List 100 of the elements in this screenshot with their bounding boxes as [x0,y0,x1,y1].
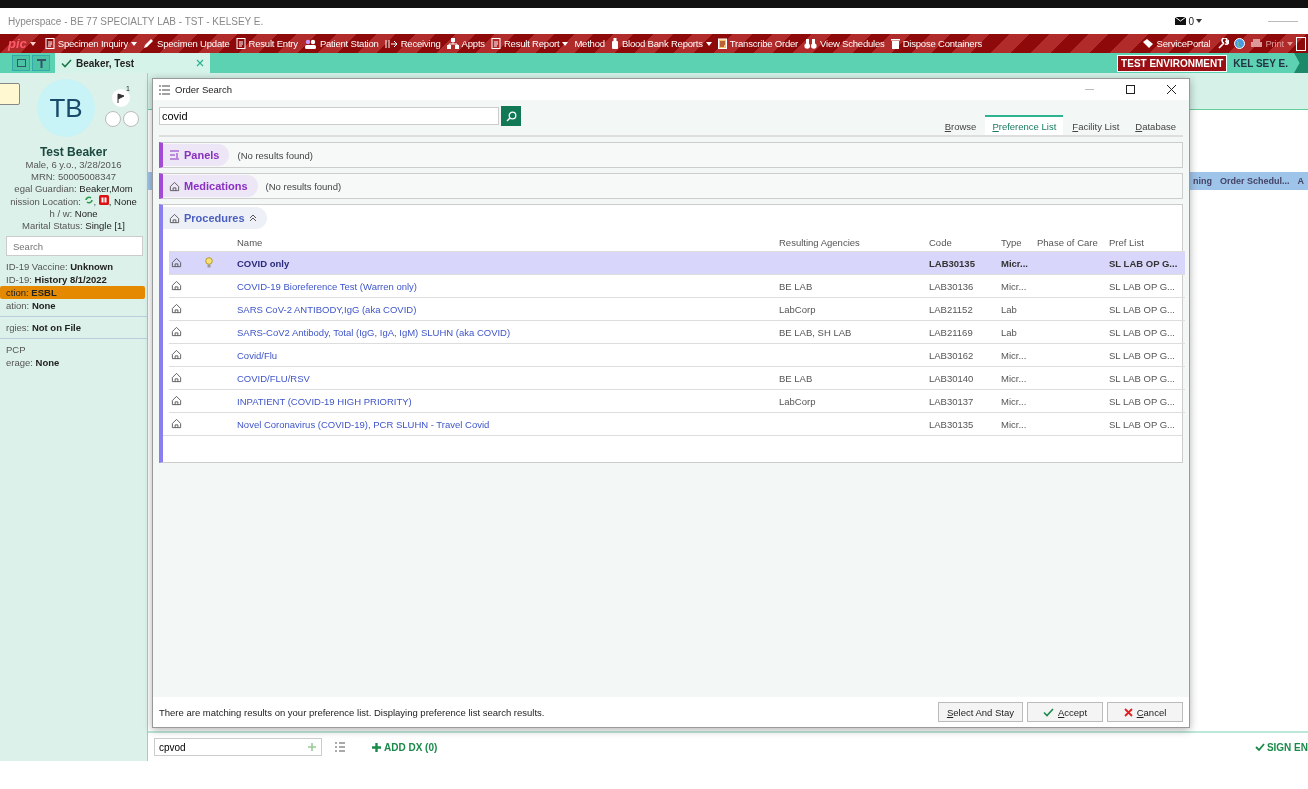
search-tab[interactable]: Preference List [985,115,1064,135]
caret-icon [1196,19,1202,23]
toolbar-button[interactable]: Specimen Inquiry [41,38,140,49]
sign-button[interactable]: SIGN EN [1248,740,1308,754]
list-icon[interactable] [334,741,346,753]
accept-button[interactable]: Accept [1027,702,1103,722]
column-header[interactable]: Code [927,233,999,252]
search-tab[interactable]: Facility List [1065,115,1127,135]
arrow-icon [384,38,398,49]
window-icon[interactable] [1296,36,1306,51]
toolbar-button[interactable]: Receiving [381,38,444,49]
caret-icon [705,41,712,46]
table-cell: LabCorp [777,389,927,413]
select-and-stay-button[interactable]: Select And Stay [937,702,1023,722]
patient-name: Test Beaker [38,145,109,159]
section-header[interactable]: Medications [163,175,258,197]
pencil-icon [143,38,154,49]
toolbar-button[interactable]: View Schedules [801,38,888,49]
plus-icon [372,742,381,752]
status-message: There are matching results on your preference list. Displaying preference list search results. [159,706,546,718]
layout-button[interactable] [12,55,30,71]
toolbar-button[interactable]: Specimen Update [140,38,233,49]
sticky-note-icon[interactable] [0,83,20,105]
check-icon [61,58,72,68]
collapse-icon[interactable] [248,214,257,222]
bottle-icon [610,38,619,49]
hammer-icon [36,58,46,68]
table-cell: SL LAB OP G... [1107,297,1185,321]
hammer-button[interactable] [32,55,50,71]
patient-tab[interactable]: Beaker, Test [55,53,210,73]
procedure-row[interactable]: COVID only LAB30135 Micr... SL LAB OP G... [169,251,1185,275]
diagnosis-field[interactable]: cpvod [154,738,322,756]
table-cell: LAB30140 [927,366,999,390]
cancel-button[interactable]: Cancel [1107,702,1183,722]
column-header[interactable]: Pref List [1107,233,1185,252]
section-header[interactable]: Panels [163,144,230,166]
column-header[interactable]: Name [235,233,777,252]
clipboard-icon [717,38,727,49]
toolbar-button[interactable]: Patient Station [300,38,382,49]
column-header[interactable]: Type [999,233,1035,252]
search-button[interactable] [501,106,521,126]
table-cell: Novel Coronavirus (COVID-19), PCR SLUHN - Travel Covid [235,412,777,435]
patient-detail: Marital Status: Single [1] [21,220,126,232]
search-tab[interactable]: Database [1128,115,1183,135]
table-cell: LAB30136 [927,274,999,298]
toolbar-button[interactable]: Blood Bank Reports [607,38,715,49]
patient-detail: Male, 6 y.o., 3/28/2016 [24,159,123,171]
add-dx-button[interactable]: ADD DX (0) [366,740,444,754]
search-tab[interactable]: Browse [937,115,984,135]
toolbar-button[interactable]: Appts [443,38,488,49]
close-icon[interactable] [196,59,204,67]
no-results-note: (No results found) [265,180,342,192]
column-header[interactable]: Resulting Agencies [777,233,927,252]
toolbar-button[interactable]: ServicePortal [1138,38,1214,49]
patient-fact: ID-19 Vaccine: Unknown [5,260,114,273]
procedure-row[interactable]: SARS CoV-2 ANTIBODY,IgG (aka COVID) LabCorp LAB21152 Lab SL LAB OP G... [169,297,1185,321]
toolbar-button[interactable]: Method [571,38,608,49]
procedure-row[interactable]: INPATIENT (COVID-19 HIGH PRIORITY) LabCorp LAB30137 Micr... SL LAB OP G... [169,389,1185,413]
toolbar-button[interactable]: Dispose Containers [887,38,985,49]
globe-icon[interactable] [1234,38,1246,49]
document-icon [235,38,246,49]
environment-badge: TEST ENVIRONMENT [1117,54,1228,72]
patient-detail: egal Guardian: Beaker,Mom [13,183,134,195]
procedure-row[interactable]: COVID-19 Bioreference Test (Warren only) BE LAB LAB30136 Micr... SL LAB OP G... [169,274,1185,298]
table-cell: BE LAB, SH LAB [777,320,927,344]
section-header[interactable]: Procedures [163,207,267,229]
trash-icon [890,38,900,49]
caret-icon [29,41,36,46]
toolbar-button[interactable]: Transcribe Order [714,38,802,49]
dialog-title: Order Search [175,84,234,95]
close-icon [1166,85,1176,94]
patient-fact: PCP [0,338,147,356]
toolbar-button[interactable]: Result Report [487,38,572,49]
table-cell: BE LAB [777,274,927,298]
table-cell: Micr... [999,389,1035,413]
procedure-row[interactable]: SARS-CoV2 Antibody, Total (IgG, IgA, IgM) SLUHN (aka COVID) BE LAB, SH LAB LAB21169 Lab SL LAB OP G... [169,320,1185,344]
mail-button[interactable]: 0 [1169,14,1208,28]
alert-banner: ction: ESBL [0,286,145,299]
table-cell: BE LAB [777,366,927,390]
search-field[interactable]: covid [159,107,499,125]
table-cell: LAB21152 [927,297,999,321]
procedure-row[interactable]: Covid/Flu LAB30162 Micr... SL LAB OP G... [169,343,1185,367]
table-cell: SL LAB OP G... [1107,412,1185,435]
house-icon [169,212,180,224]
window-title: Hyperspace - BE 77 SPECIALTY LAB - TST - KELSEY E. [8,15,265,27]
table-cell: Lab [999,297,1035,321]
toolbar-button[interactable]: Result Entry [232,38,301,49]
table-cell: Micr... [999,251,1035,275]
table-cell: SL LAB OP G... [1107,389,1185,413]
procedure-row[interactable]: Novel Coronavirus (COVID-19), PCR SLUHN - Travel Covid LAB30135 Micr... SL LAB OP G... [169,412,1185,435]
caret-icon [131,41,137,46]
table-cell: Micr... [999,412,1035,435]
wrench-icon[interactable] [1218,38,1230,49]
table-cell: LAB30135 [927,251,999,275]
procedure-row[interactable]: COVID/FLU/RSV BE LAB LAB30140 Micr... SL LAB OP G... [169,366,1185,390]
search-field[interactable]: Search [6,236,143,256]
table-cell: Micr... [999,366,1035,390]
flag-icon[interactable] [112,89,130,107]
table-cell: LAB21169 [927,320,999,344]
column-header[interactable]: Phase of Care [1035,233,1107,252]
